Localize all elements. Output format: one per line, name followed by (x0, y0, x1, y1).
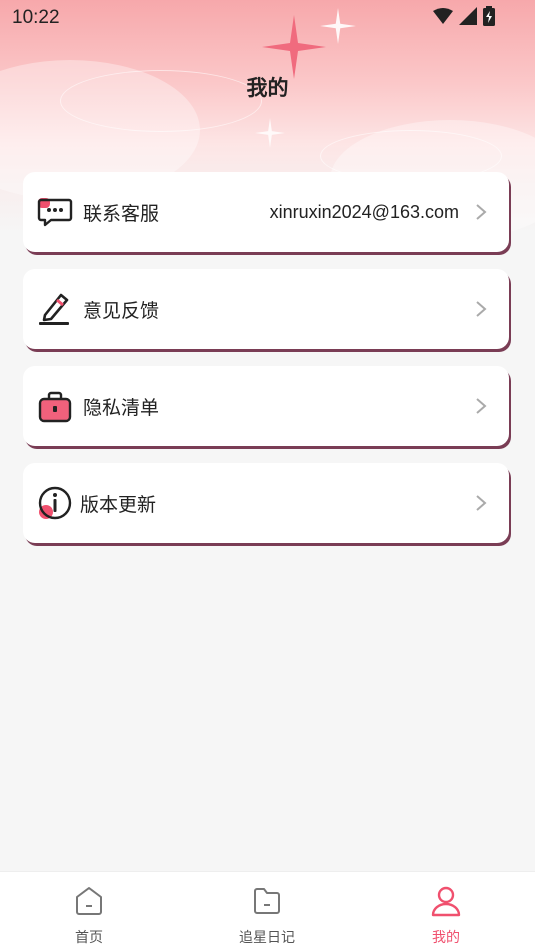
home-icon (76, 887, 102, 915)
tab-home[interactable]: 首页 (0, 872, 178, 952)
chat-icon (37, 198, 73, 227)
tab-label: 追星日记 (239, 930, 295, 946)
edit-icon (39, 293, 69, 325)
tab-label: 首页 (75, 930, 103, 946)
tab-star-diary[interactable]: 追星日记 (178, 872, 356, 952)
menu-item-label: 版本更新 (80, 493, 157, 516)
signal-icon (459, 7, 477, 25)
status-bar: 10:22 (0, 0, 535, 36)
chevron-right-icon (476, 204, 487, 220)
chevron-right-icon (476, 301, 487, 317)
wifi-icon (433, 8, 453, 24)
battery-icon (483, 6, 495, 26)
chevron-right-icon (476, 495, 487, 511)
chevron-right-icon (476, 398, 487, 414)
menu-item-label: 隐私清单 (83, 396, 160, 419)
tab-mine[interactable]: 我的 (357, 872, 535, 952)
header-background (0, 0, 535, 300)
briefcase-icon (38, 391, 72, 423)
folder-icon (254, 888, 280, 914)
menu-item-privacy-list[interactable]: 隐私清单 (23, 366, 509, 446)
menu-item-label: 联系客服 (83, 202, 160, 225)
contact-email: xinruxin2024@163.com (269, 201, 459, 222)
bottom-tab-bar: 首页 追星日记 我的 (0, 871, 535, 952)
status-icons (433, 6, 495, 26)
menu-item-version-update[interactable]: 版本更新 (23, 463, 509, 543)
info-icon (38, 486, 72, 520)
page-title: 我的 (246, 76, 289, 100)
status-time: 10:22 (12, 7, 60, 28)
sparkle-icon (255, 118, 285, 148)
menu-item-customer-service[interactable]: 联系客服 xinruxin2024@163.com (23, 172, 509, 252)
user-icon (431, 886, 461, 917)
menu-item-label: 意见反馈 (83, 299, 160, 322)
tab-label: 我的 (432, 930, 460, 946)
menu-item-feedback[interactable]: 意见反馈 (23, 269, 509, 349)
